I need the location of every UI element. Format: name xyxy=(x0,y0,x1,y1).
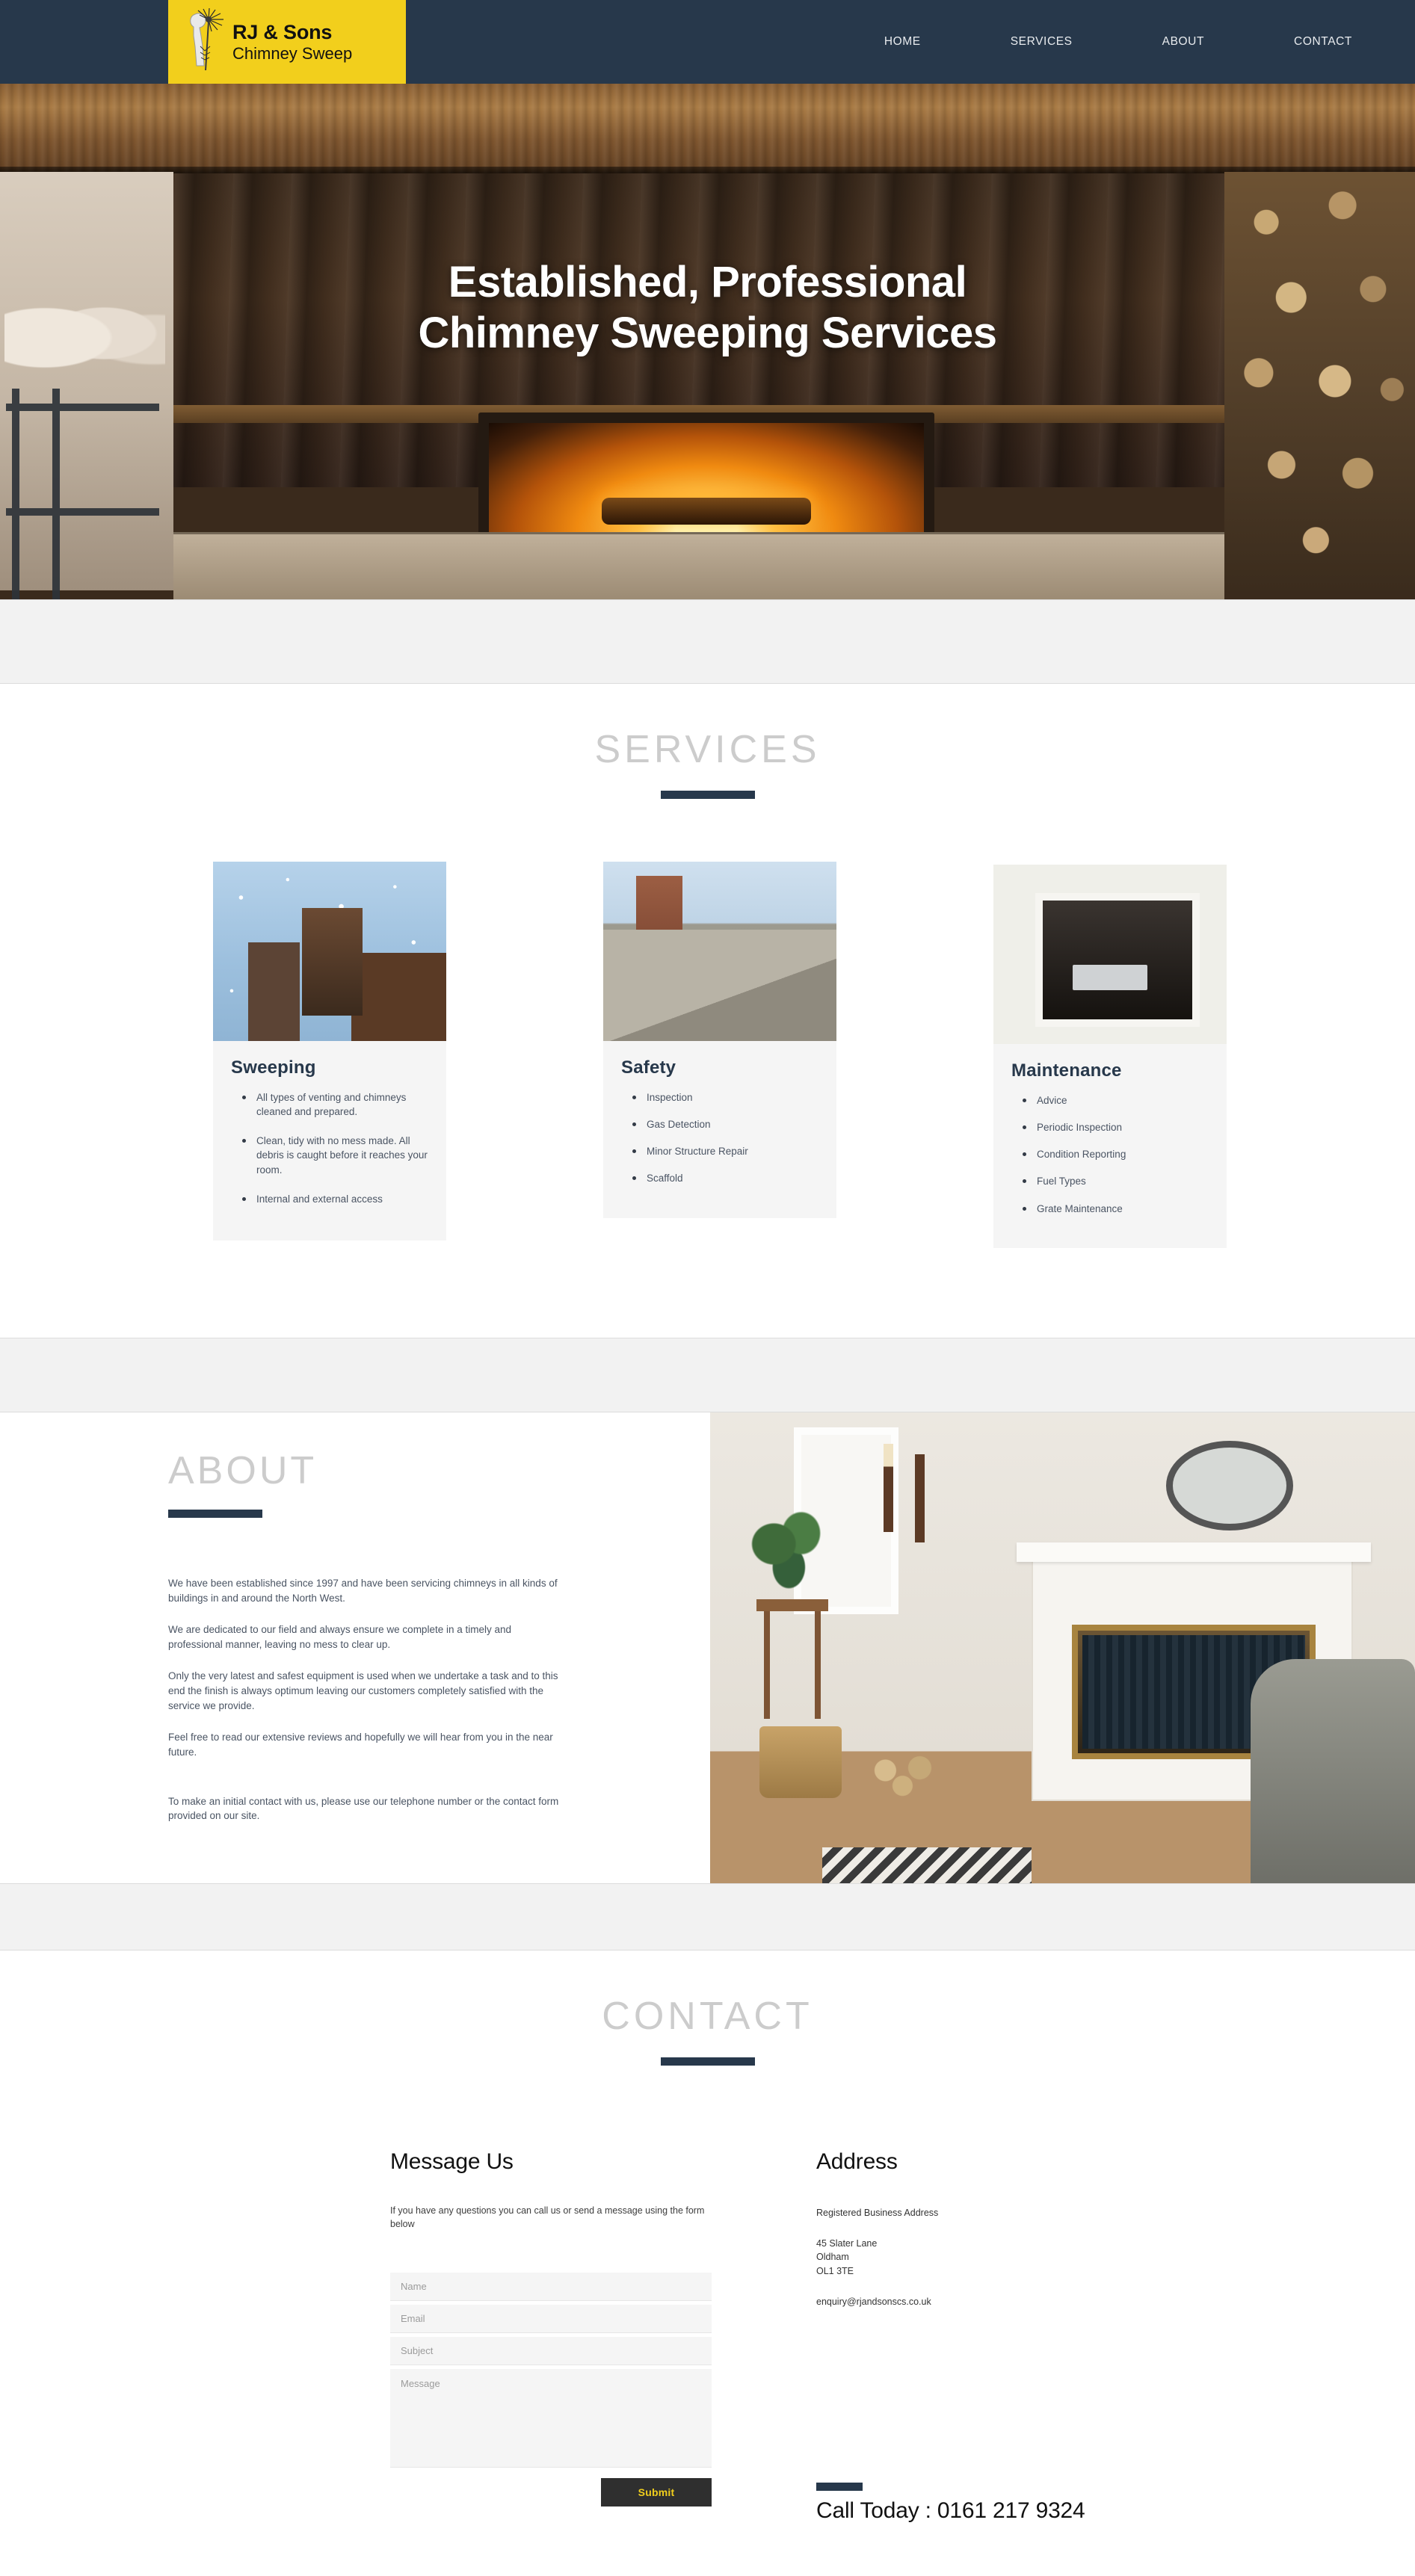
nav-item-contact[interactable]: CONTACT xyxy=(1291,31,1355,53)
contact-heading: CONTACT xyxy=(602,1994,813,2038)
service-card-sweeping[interactable]: Sweeping All types of venting and chimne… xyxy=(213,862,446,1248)
call-today-rule xyxy=(816,2482,863,2491)
hero-banner: Established, Professional Chimney Sweepi… xyxy=(0,84,1415,599)
services-heading: SERVICES xyxy=(594,728,821,771)
call-today-block: Call Today : 0161 217 9324 xyxy=(816,2482,1190,2524)
logo-title: RJ & Sons xyxy=(232,20,333,43)
message-textarea[interactable] xyxy=(390,2369,712,2468)
subject-input[interactable] xyxy=(390,2337,712,2366)
list-item: Internal and external access xyxy=(242,1192,428,1206)
section-divider-band-3 xyxy=(0,1882,1415,1950)
contact-columns: Message Us If you have any questions you… xyxy=(390,2066,1415,2524)
contact-section: CONTACT Message Us If you have any quest… xyxy=(0,1950,1415,2576)
address-column: Address Registered Business Address 45 S… xyxy=(816,2149,1190,2524)
message-us-note: If you have any questions you can call u… xyxy=(390,2205,705,2229)
service-feature-list: Advice Periodic Inspection Condition Rep… xyxy=(1011,1093,1209,1216)
submit-button[interactable]: Submit xyxy=(601,2478,712,2507)
list-item: Grate Maintenance xyxy=(1023,1202,1209,1216)
site-header: RJ & Sons Chimney Sweep HOME SERVICES AB… xyxy=(0,0,1415,84)
list-item: Condition Reporting xyxy=(1023,1147,1209,1161)
call-today-text[interactable]: Call Today : 0161 217 9324 xyxy=(816,2498,1190,2524)
about-paragraph: We have been established since 1997 and … xyxy=(168,1577,558,1604)
chimney-sweep-brush-icon xyxy=(180,7,226,76)
hero-title-line-1: Established, Professional xyxy=(448,258,967,306)
contact-heading-group: CONTACT xyxy=(0,1950,1415,2066)
address-line-2: Oldham xyxy=(816,2252,849,2263)
list-item: Periodic Inspection xyxy=(1023,1120,1209,1134)
message-us-title: Message Us xyxy=(390,2149,514,2174)
section-divider-band-2 xyxy=(0,1337,1415,1412)
about-paragraphs: We have been established since 1997 and … xyxy=(168,1576,564,1824)
service-feature-list: Inspection Gas Detection Minor Structure… xyxy=(621,1090,819,1186)
address-line-1: 45 Slater Lane xyxy=(816,2237,878,2249)
contact-form[interactable]: Submit xyxy=(390,2273,712,2507)
name-input[interactable] xyxy=(390,2273,712,2302)
logo-subtitle: Chimney Sweep xyxy=(232,44,353,64)
address-details: Registered Business Address 45 Slater La… xyxy=(816,2206,1190,2309)
list-item: Clean, tidy with no mess made. All debri… xyxy=(242,1134,428,1176)
list-item: Scaffold xyxy=(632,1171,819,1185)
about-section: ABOUT We have been established since 199… xyxy=(0,1412,1415,1883)
service-card-safety[interactable]: Safety Inspection Gas Detection Minor St… xyxy=(603,862,836,1248)
list-item: Fuel Types xyxy=(1023,1174,1209,1188)
services-heading-rule xyxy=(660,791,755,799)
address-lines: 45 Slater Lane Oldham OL1 3TE xyxy=(816,2237,1190,2279)
list-item: Gas Detection xyxy=(632,1117,819,1131)
address-line-3: OL1 3TE xyxy=(816,2266,854,2277)
nav-item-services[interactable]: SERVICES xyxy=(1008,31,1076,53)
nav-item-home[interactable]: HOME xyxy=(881,31,924,53)
services-heading-group: SERVICES xyxy=(0,684,1415,799)
main-navigation: HOME SERVICES ABOUT CONTACT xyxy=(881,0,1415,84)
hero-title: Established, Professional Chimney Sweepi… xyxy=(0,257,1415,359)
service-title: Maintenance xyxy=(1011,1060,1122,1081)
about-paragraph: We are dedicated to our field and always… xyxy=(168,1623,512,1650)
service-image-maintenance xyxy=(993,865,1227,1044)
address-lead: Registered Business Address xyxy=(816,2207,939,2218)
address-email[interactable]: enquiry@rjandsonscs.co.uk xyxy=(816,2295,1190,2309)
service-title: Sweeping xyxy=(231,1057,316,1078)
about-paragraph: Only the very latest and safest equipmen… xyxy=(168,1670,558,1711)
nav-item-about[interactable]: ABOUT xyxy=(1159,31,1207,53)
service-image-sweeping xyxy=(213,862,446,1041)
services-section: SERVICES Sweeping All types of venting a… xyxy=(0,684,1415,1338)
service-feature-list: All types of venting and chimneys cleane… xyxy=(231,1090,428,1206)
email-input[interactable] xyxy=(390,2305,712,2334)
address-title: Address xyxy=(816,2149,898,2174)
message-us-column: Message Us If you have any questions you… xyxy=(390,2149,712,2524)
hero-title-line-2: Chimney Sweeping Services xyxy=(418,308,997,357)
section-divider-band-1 xyxy=(0,599,1415,684)
about-heading-rule xyxy=(168,1509,262,1518)
service-card-maintenance[interactable]: Maintenance Advice Periodic Inspection C… xyxy=(993,862,1227,1248)
about-heading: ABOUT xyxy=(168,1448,318,1492)
list-item: All types of venting and chimneys cleane… xyxy=(242,1090,428,1119)
service-title: Safety xyxy=(621,1057,676,1078)
about-paragraph: To make an initial contact with us, plea… xyxy=(168,1795,559,1822)
services-cards: Sweeping All types of venting and chimne… xyxy=(213,799,1415,1248)
list-item: Inspection xyxy=(632,1090,819,1105)
about-text-column: ABOUT We have been established since 199… xyxy=(168,1448,632,1841)
about-paragraph: Feel free to read our extensive reviews … xyxy=(168,1731,553,1758)
list-item: Minor Structure Repair xyxy=(632,1144,819,1158)
logo[interactable]: RJ & Sons Chimney Sweep xyxy=(168,0,406,84)
service-image-safety xyxy=(603,862,836,1041)
contact-heading-rule xyxy=(660,2057,755,2066)
about-image xyxy=(710,1412,1415,1883)
list-item: Advice xyxy=(1023,1093,1209,1108)
